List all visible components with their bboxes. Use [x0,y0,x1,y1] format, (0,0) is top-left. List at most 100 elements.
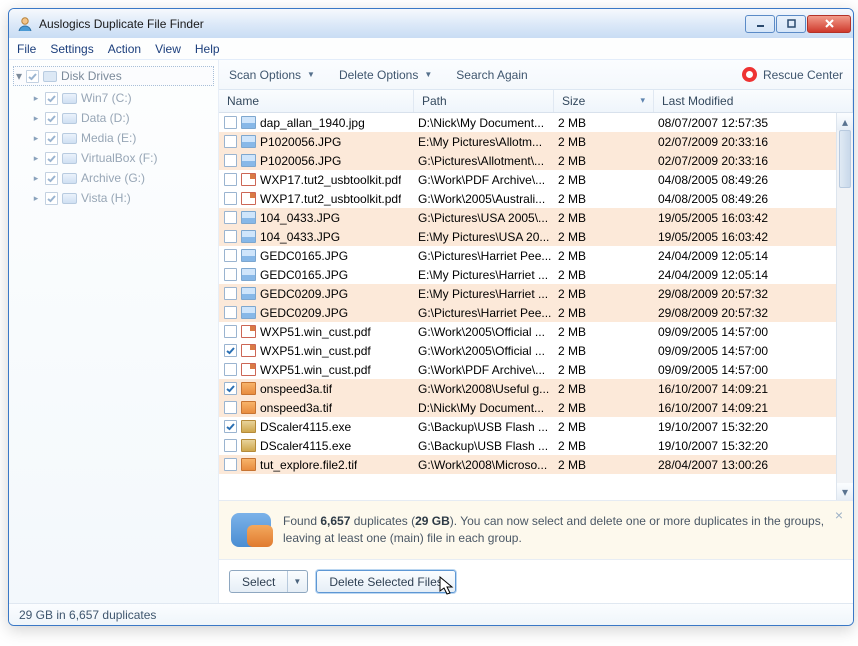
table-row[interactable]: 104_0433.JPGG:\Pictures\USA 2005\...2 MB… [219,208,836,227]
row-checkbox[interactable] [224,249,237,262]
life-ring-icon [742,67,757,82]
drive-label: VirtualBox (F:) [81,151,157,165]
sidebar-item-drive[interactable]: ▸Vista (H:) [31,188,214,208]
file-img-icon [241,135,256,148]
header-size[interactable]: Size▾ [554,90,654,112]
menu-file[interactable]: File [17,42,36,56]
delete-selected-files-button[interactable]: Delete Selected Files [316,570,455,593]
row-checkbox[interactable] [224,287,237,300]
sidebar-item-drive[interactable]: ▸ Data (D:) [31,108,214,128]
table-row[interactable]: 104_0433.JPGE:\My Pictures\USA 20...2 MB… [219,227,836,246]
collapse-icon[interactable]: ▾ [16,69,22,83]
table-row[interactable]: GEDC0165.JPGG:\Pictures\Harriet Pee...2 … [219,246,836,265]
row-checkbox[interactable] [224,230,237,243]
select-dropdown[interactable]: ▼ [287,571,306,592]
row-checkbox[interactable] [224,439,237,452]
header-path[interactable]: Path [414,90,554,112]
header-last-modified[interactable]: Last Modified [654,90,853,112]
row-checkbox[interactable] [224,211,237,224]
table-row[interactable]: WXP17.tut2_usbtoolkit.pdfG:\Work\2005\Au… [219,189,836,208]
sidebar-item-drive[interactable]: ▸ VirtualBox (F:) [31,148,214,168]
chevron-down-icon: ▼ [293,577,301,586]
select-button[interactable]: Select ▼ [229,570,308,593]
row-checkbox[interactable] [224,154,237,167]
close-info-icon[interactable]: × [835,507,843,523]
file-size: 2 MB [554,458,654,472]
menu-help[interactable]: Help [195,42,220,56]
row-checkbox[interactable] [224,458,237,471]
drive-checkbox[interactable] [45,112,58,125]
row-checkbox[interactable] [224,420,237,433]
drive-label: Data (D:) [81,111,130,125]
file-name: WXP51.win_cust.pdf [260,363,371,377]
row-checkbox[interactable] [224,344,237,357]
drive-checkbox[interactable] [45,172,58,185]
table-row[interactable]: WXP51.win_cust.pdfG:\Work\PDF Archive\..… [219,360,836,379]
sidebar-item-drive[interactable]: ▸Media (E:) [31,128,214,148]
drive-checkbox[interactable] [45,92,58,105]
maximize-button[interactable] [776,15,806,33]
root-checkbox[interactable] [26,70,39,83]
file-path: G:\Pictures\USA 2005\... [414,211,554,225]
expand-icon[interactable]: ▸ [31,113,41,123]
titlebar[interactable]: Auslogics Duplicate File Finder [9,9,853,38]
delete-options-menu[interactable]: Delete Options▼ [339,68,432,82]
row-checkbox[interactable] [224,363,237,376]
table-row[interactable]: DScaler4115.exeG:\Backup\USB Flash ...2 … [219,436,836,455]
expand-icon[interactable]: ▸ [31,173,41,183]
rescue-center-link[interactable]: Rescue Center [742,67,843,82]
menu-view[interactable]: View [155,42,181,56]
table-row[interactable]: WXP17.tut2_usbtoolkit.pdfG:\Work\PDF Arc… [219,170,836,189]
table-row[interactable]: onspeed3a.tifG:\Work\2008\Useful g...2 M… [219,379,836,398]
file-size: 2 MB [554,382,654,396]
minimize-button[interactable] [745,15,775,33]
row-checkbox[interactable] [224,325,237,338]
table-row[interactable]: dap_allan_1940.jpgD:\Nick\My Document...… [219,113,836,132]
file-path: E:\My Pictures\Allotm... [414,135,554,149]
row-checkbox[interactable] [224,135,237,148]
drive-checkbox[interactable] [45,132,58,145]
scroll-down-icon[interactable]: ▾ [837,483,854,500]
table-row[interactable]: onspeed3a.tifD:\Nick\My Document...2 MB1… [219,398,836,417]
file-date: 09/09/2005 14:57:00 [654,363,836,377]
row-checkbox[interactable] [224,116,237,129]
table-row[interactable]: P1020056.JPGG:\Pictures\Allotment\...2 M… [219,151,836,170]
table-row[interactable]: P1020056.JPGE:\My Pictures\Allotm...2 MB… [219,132,836,151]
scroll-thumb[interactable] [839,130,851,188]
table-row[interactable]: GEDC0209.JPGE:\My Pictures\Harriet ...2 … [219,284,836,303]
table-row[interactable]: tut_explore.file2.tifG:\Work\2008\Micros… [219,455,836,474]
drive-checkbox[interactable] [45,152,58,165]
row-checkbox[interactable] [224,306,237,319]
row-checkbox[interactable] [224,268,237,281]
drive-checkbox[interactable] [45,192,58,205]
file-size: 2 MB [554,268,654,282]
table-row[interactable]: GEDC0165.JPGE:\My Pictures\Harriet ...2 … [219,265,836,284]
table-row[interactable]: GEDC0209.JPGG:\Pictures\Harriet Pee...2 … [219,303,836,322]
row-checkbox[interactable] [224,173,237,186]
row-checkbox[interactable] [224,401,237,414]
vertical-scrollbar[interactable]: ▴ ▾ [836,113,853,500]
menu-action[interactable]: Action [108,42,141,56]
table-row[interactable]: WXP51.win_cust.pdfG:\Work\2005\Official … [219,322,836,341]
header-name[interactable]: Name [219,90,414,112]
row-checkbox[interactable] [224,382,237,395]
table-row[interactable]: DScaler4115.exeG:\Backup\USB Flash ...2 … [219,417,836,436]
file-date: 29/08/2009 20:57:32 [654,287,836,301]
expand-icon[interactable]: ▸ [31,93,41,103]
menu-settings[interactable]: Settings [50,42,93,56]
sidebar-item-drive[interactable]: ▸Archive (G:) [31,168,214,188]
file-path: D:\Nick\My Document... [414,401,554,415]
scan-options-menu[interactable]: Scan Options▼ [229,68,315,82]
table-row[interactable]: WXP51.win_cust.pdfG:\Work\2005\Official … [219,341,836,360]
sidebar-item-drive[interactable]: ▸Win7 (C:) [31,88,214,108]
tree-root-disk-drives[interactable]: ▾ Disk Drives [13,66,214,86]
file-size: 2 MB [554,211,654,225]
scroll-track[interactable] [837,130,853,483]
close-button[interactable] [807,15,851,33]
expand-icon[interactable]: ▸ [31,153,41,163]
row-checkbox[interactable] [224,192,237,205]
search-again-button[interactable]: Search Again [456,68,527,82]
expand-icon[interactable]: ▸ [31,133,41,143]
expand-icon[interactable]: ▸ [31,193,41,203]
scroll-up-icon[interactable]: ▴ [837,113,854,130]
